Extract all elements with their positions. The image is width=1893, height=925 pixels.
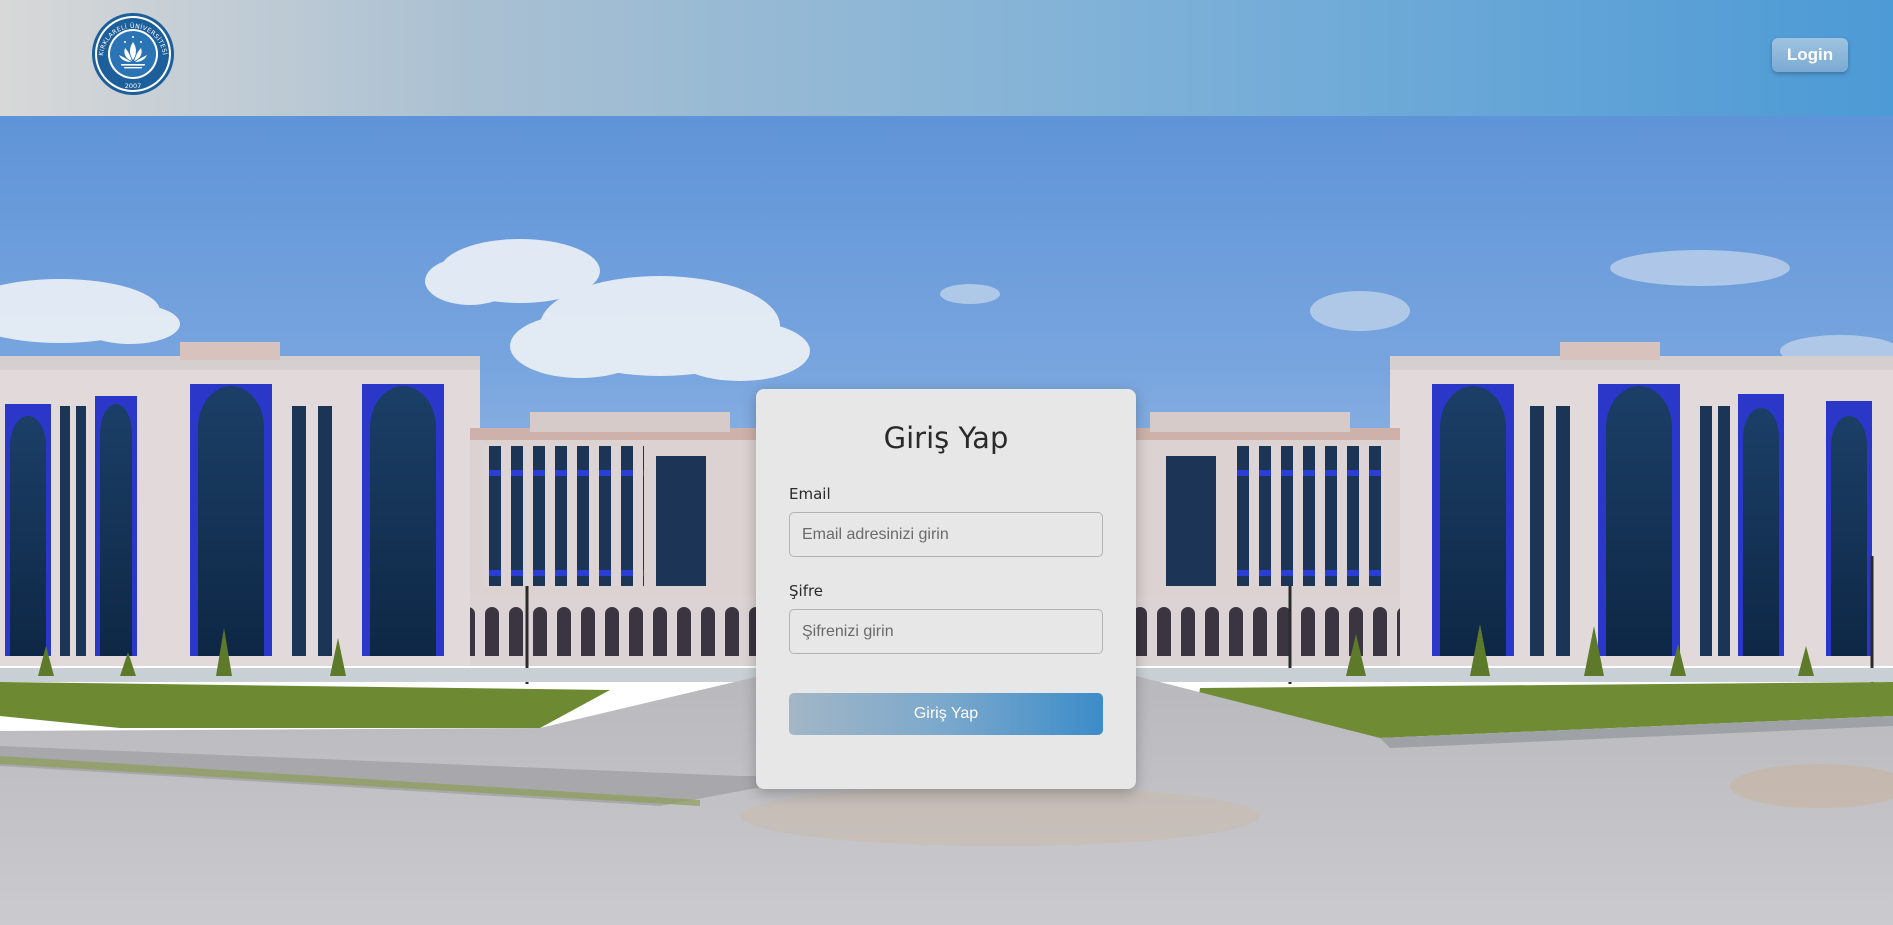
email-label: Email — [789, 485, 831, 503]
login-button[interactable]: Login — [1772, 38, 1848, 72]
logo-year: 2007 — [125, 82, 142, 90]
submit-login-button[interactable]: Giriş Yap — [789, 693, 1103, 735]
password-input[interactable] — [789, 609, 1103, 654]
top-navbar: KIRKLARELİ ÜNİVERSİTESİ 2007 Login — [0, 0, 1893, 116]
university-logo[interactable]: KIRKLARELİ ÜNİVERSİTESİ 2007 — [91, 12, 175, 96]
login-title: Giriş Yap — [883, 421, 1009, 455]
email-input[interactable] — [789, 512, 1103, 557]
password-label: Şifre — [789, 582, 824, 600]
login-card: Giriş Yap Email Şifre Giriş Yap — [756, 389, 1136, 789]
